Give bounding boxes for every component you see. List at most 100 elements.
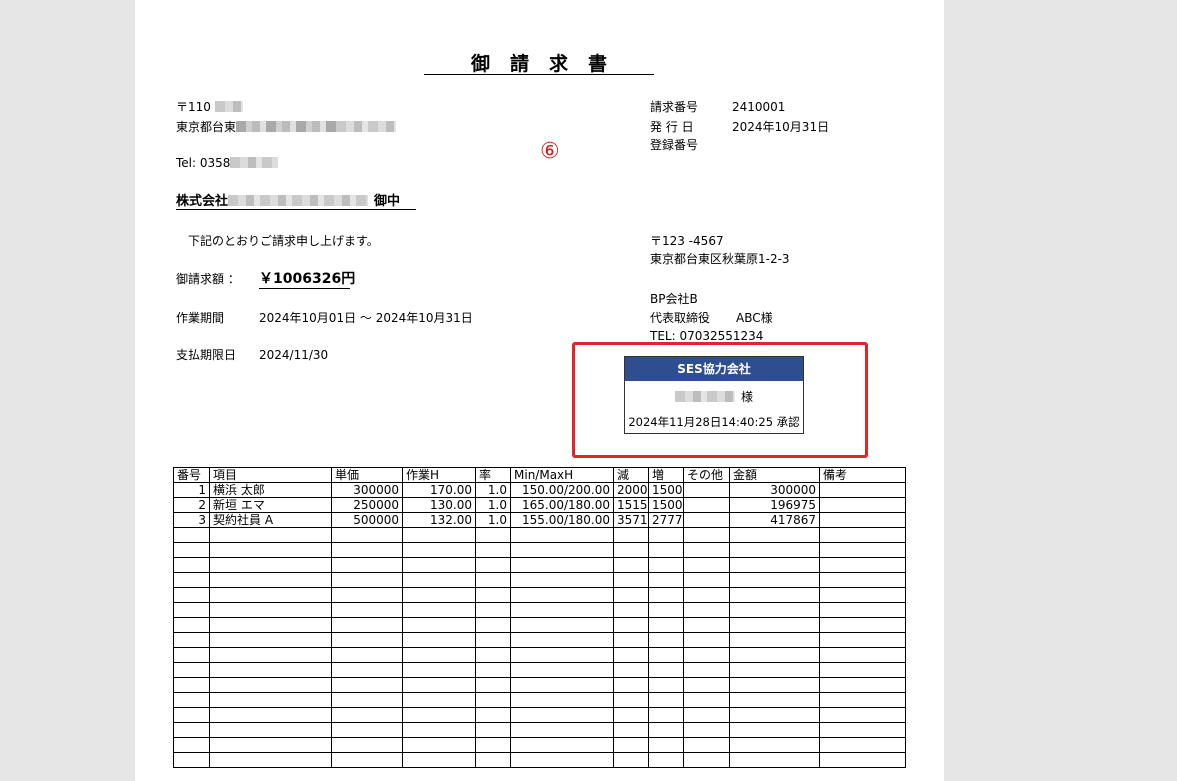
table-header-row: 番号 項目 単価 作業H 率 Min/MaxH 減増その他 金額 備考 <box>173 467 906 483</box>
issue-date-label: 発 行 日 <box>650 120 694 134</box>
table-cell: 300000 <box>331 482 403 498</box>
redaction <box>236 121 337 132</box>
amount-underline <box>259 288 350 289</box>
table-row-empty <box>173 542 906 558</box>
table-cell-empty <box>402 647 476 663</box>
table-cell-empty <box>613 527 649 543</box>
table-header-cell: 率 <box>475 467 511 483</box>
table-cell-empty <box>613 602 649 618</box>
table-cell-empty <box>819 737 906 753</box>
table-cell-empty <box>648 572 684 588</box>
table-cell: 3571 <box>613 512 649 528</box>
table-cell-empty <box>819 722 906 738</box>
table-cell-empty <box>475 572 511 588</box>
table-cell <box>683 512 730 528</box>
recipient-company: BP会社B <box>650 292 698 306</box>
period-value: 2024年10月01日 ～ 2024年10月31日 <box>259 311 473 325</box>
table-cell-empty <box>729 722 820 738</box>
sender-address: 東京都台東 <box>176 120 397 134</box>
table-cell-empty <box>819 662 906 678</box>
table-cell-empty <box>331 572 403 588</box>
table-cell-empty <box>402 662 476 678</box>
table-cell-empty <box>648 587 684 603</box>
table-cell-empty <box>729 572 820 588</box>
table-cell-empty <box>331 647 403 663</box>
table-row-empty <box>173 692 906 708</box>
table-cell-empty <box>209 752 332 768</box>
table-cell-empty <box>683 602 730 618</box>
table-cell: 196975 <box>729 497 820 513</box>
recipient-postal: 〒123 -4567 <box>650 234 724 248</box>
table-cell-empty <box>209 587 332 603</box>
table-cell-empty <box>510 752 614 768</box>
table-row-empty <box>173 647 906 663</box>
table-cell-empty <box>331 557 403 573</box>
table-cell-empty <box>510 722 614 738</box>
table-cell-empty <box>648 557 684 573</box>
table-cell-empty <box>475 527 511 543</box>
table-row-empty <box>173 737 906 753</box>
table-cell-empty <box>209 527 332 543</box>
table-cell-empty <box>402 587 476 603</box>
table-cell-empty <box>475 632 511 648</box>
table-cell-empty <box>613 572 649 588</box>
table-cell-empty <box>475 602 511 618</box>
table-cell-empty <box>475 707 511 723</box>
amount-label: 御請求額 ： <box>176 272 240 286</box>
table-cell: 132.00 <box>402 512 476 528</box>
table-cell-empty <box>729 707 820 723</box>
table-cell-empty <box>819 692 906 708</box>
table-cell-empty <box>173 752 210 768</box>
table-cell-empty <box>729 647 820 663</box>
table-cell-empty <box>729 752 820 768</box>
recipient-rep-name: ABC様 <box>736 311 773 325</box>
table-cell: 1 <box>173 482 210 498</box>
table-cell-empty <box>510 632 614 648</box>
table-cell-empty <box>683 662 730 678</box>
annotation-marker: ⑥ <box>540 139 560 164</box>
table-cell: 170.00 <box>402 482 476 498</box>
table-row: 2 新垣 エマ 250000 130.00 1.0 165.00/180.00 1515 15… <box>173 497 906 513</box>
due-value: 2024/11/30 <box>259 348 329 362</box>
intro-text: 下記のとおりご請求申し上げます。 <box>188 234 379 248</box>
table-cell-empty <box>331 692 403 708</box>
table-cell-empty <box>648 692 684 708</box>
amount-value: ￥1006326円 <box>259 271 356 287</box>
table-row-empty <box>173 677 906 693</box>
sender-postal: 〒110 <box>176 100 243 114</box>
table-cell-empty <box>402 527 476 543</box>
table-cell-empty <box>209 647 332 663</box>
issue-date: 2024年10月31日 <box>732 120 830 134</box>
table-cell-empty <box>648 752 684 768</box>
table-cell-empty <box>648 707 684 723</box>
table-cell: 300000 <box>729 482 820 498</box>
table-cell: 1515 <box>613 497 649 513</box>
table-cell-empty <box>613 617 649 633</box>
table-cell-empty <box>475 722 511 738</box>
highlight-box <box>572 342 868 458</box>
table-cell-empty <box>648 632 684 648</box>
table-cell: 1.0 <box>475 497 511 513</box>
table-cell-empty <box>729 677 820 693</box>
table-cell-empty <box>209 557 332 573</box>
table-cell-empty <box>331 542 403 558</box>
table-cell-empty <box>683 692 730 708</box>
table-cell-empty <box>729 737 820 753</box>
table-cell: 2000 <box>613 482 649 498</box>
table-cell-empty <box>402 722 476 738</box>
table-cell-empty <box>402 632 476 648</box>
table-cell-empty <box>613 662 649 678</box>
table-cell-empty <box>510 677 614 693</box>
table-cell: 155.00/180.00 <box>510 512 614 528</box>
table-cell-empty <box>819 587 906 603</box>
table-cell-empty <box>209 542 332 558</box>
table-cell: 1.0 <box>475 512 511 528</box>
table-cell-empty <box>510 617 614 633</box>
sender-tel-text: Tel: 0358 <box>176 156 231 170</box>
table-header-cell: 番号 <box>173 467 210 483</box>
table-cell-empty <box>683 677 730 693</box>
table-row-empty <box>173 752 906 768</box>
table-cell-empty <box>475 542 511 558</box>
table-cell-empty <box>209 662 332 678</box>
table-cell-empty <box>613 722 649 738</box>
